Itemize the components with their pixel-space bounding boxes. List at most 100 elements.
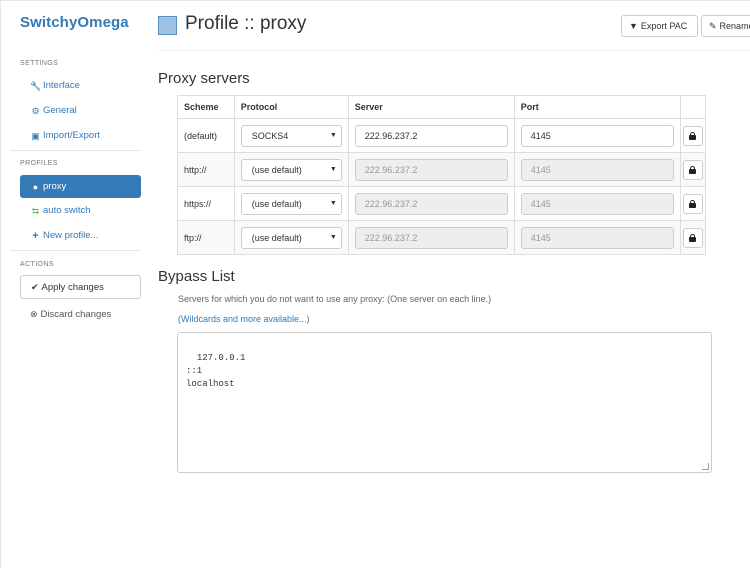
protocol-value: (use default)	[251, 164, 302, 175]
scheme-cell: (default)	[177, 118, 235, 153]
gear-icon: ⚙	[31, 106, 40, 116]
protocol-cell: (use default) ▼	[233, 220, 349, 255]
nav-item-general[interactable]: ⚙ General	[20, 100, 141, 122]
nav-item-label: Interface	[43, 80, 80, 91]
settings-section-label: SETTINGS	[20, 60, 59, 67]
apply-changes-button[interactable]: ✔ Apply changes	[20, 275, 141, 299]
nav-item-interface[interactable]: 🔧 Interface	[20, 75, 141, 97]
protocol-select[interactable]: (use default) ▼	[240, 226, 342, 249]
bypass-list-heading: Bypass List	[158, 268, 235, 285]
caret-down-icon: ▼	[329, 166, 337, 173]
port-input[interactable]: 4145	[520, 124, 674, 147]
scheme-cell: http://	[177, 152, 235, 187]
nav-item-label: New profile...	[43, 230, 99, 241]
bypass-list-value: 127.0.0.1 ::1 localhost	[186, 353, 246, 389]
download-icon: ▼	[629, 21, 638, 31]
actions-section-label: ACTIONS	[20, 261, 54, 268]
profiles-section-label: PROFILES	[20, 160, 58, 167]
protocol-cell: (use default) ▼	[233, 186, 349, 221]
auth-button[interactable]	[682, 227, 703, 248]
table-row: (default) SOCKS4 ▼ 222.96.237.2 4145	[177, 118, 707, 153]
auth-button[interactable]	[682, 193, 703, 214]
x-circle-icon: ⊗	[30, 308, 38, 319]
table-header-row: Scheme Protocol Server Port	[177, 95, 707, 119]
profile-color-swatch[interactable]	[158, 16, 177, 35]
nav-item-auto-switch[interactable]: ⇆ auto switch	[20, 200, 141, 222]
lock-icon	[689, 233, 697, 242]
nav-item-label: proxy	[43, 180, 67, 192]
auth-cell	[679, 118, 707, 153]
retweet-icon: ⇆	[31, 206, 40, 216]
server-input[interactable]: 222.96.237.2	[354, 124, 508, 147]
caret-down-icon: ▼	[329, 200, 337, 207]
globe-icon: ●	[32, 181, 39, 192]
resize-grip-icon[interactable]	[702, 463, 709, 470]
column-header	[679, 95, 707, 119]
sidebar: SwitchyOmega SETTINGS 🔧 Interface ⚙ Gene…	[0, 0, 150, 568]
table-row: ftp:// (use default) ▼ 222.96.237.2 4145	[177, 220, 707, 255]
nav-item-label: Import/Export	[43, 130, 101, 141]
apply-changes-label: Apply changes	[41, 281, 104, 293]
discard-changes-button[interactable]: ⊗ Discard changes	[20, 306, 141, 322]
bypass-list-textarea[interactable]: 127.0.0.1 ::1 localhost	[177, 332, 712, 473]
proxy-servers-heading: Proxy servers	[158, 70, 250, 87]
proxy-servers-table: Scheme Protocol Server Port (default) SO…	[177, 95, 707, 255]
wrench-icon: 🔧	[30, 81, 42, 91]
lock-icon	[689, 131, 697, 140]
column-header: Protocol	[233, 95, 349, 119]
protocol-value: (use default)	[251, 198, 302, 209]
port-cell: 4145	[513, 220, 681, 255]
nav-item-import-export[interactable]: ▣ Import/Export	[20, 125, 141, 147]
protocol-value: (use default)	[251, 232, 302, 243]
export-pac-button[interactable]: ▼ Export PAC	[621, 15, 698, 37]
protocol-value: SOCKS4	[251, 130, 289, 141]
scheme-cell: https://	[177, 186, 235, 221]
port-input: 4145	[520, 192, 674, 215]
nav-item-label: auto switch	[43, 205, 91, 216]
lock-icon	[689, 165, 697, 174]
port-cell: 4145	[513, 152, 681, 187]
server-input: 222.96.237.2	[354, 226, 508, 249]
floppy-icon: ▣	[31, 131, 40, 141]
table-row: http:// (use default) ▼ 222.96.237.2 414…	[177, 152, 707, 187]
server-input: 222.96.237.2	[354, 158, 508, 181]
auth-cell	[679, 186, 707, 221]
sidebar-divider	[10, 250, 141, 251]
auth-button[interactable]	[682, 159, 703, 180]
port-cell: 4145	[513, 186, 681, 221]
table-row: https:// (use default) ▼ 222.96.237.2 41…	[177, 186, 707, 221]
header-divider	[158, 50, 750, 51]
check-circle-icon: ✔	[31, 281, 39, 292]
plus-icon: +	[32, 230, 39, 242]
caret-down-icon: ▼	[329, 234, 337, 241]
edit-icon: ✎	[709, 20, 717, 31]
export-pac-label: Export PAC	[640, 21, 688, 31]
protocol-select[interactable]: (use default) ▼	[240, 158, 342, 181]
bypass-help-text: Servers for which you do not want to use…	[178, 294, 492, 304]
port-cell: 4145	[513, 118, 681, 153]
nav-item-proxy[interactable]: ● proxy	[20, 175, 141, 198]
server-cell: 222.96.237.2	[347, 220, 515, 255]
app-title[interactable]: SwitchyOmega	[20, 14, 129, 31]
wildcards-link[interactable]: (Wildcards and more available...)	[178, 314, 310, 324]
protocol-select[interactable]: (use default) ▼	[240, 192, 342, 215]
server-cell: 222.96.237.2	[347, 152, 515, 187]
auth-cell	[679, 152, 707, 187]
column-header: Scheme	[177, 95, 235, 119]
server-input: 222.96.237.2	[354, 192, 508, 215]
column-header: Port	[513, 95, 681, 119]
protocol-cell: (use default) ▼	[233, 152, 349, 187]
rename-button[interactable]: ✎ Rename	[701, 15, 750, 37]
auth-cell	[679, 220, 707, 255]
protocol-select[interactable]: SOCKS4 ▼	[240, 124, 342, 147]
auth-button[interactable]	[682, 125, 703, 146]
nav-item-label: General	[43, 105, 77, 116]
server-cell: 222.96.237.2	[347, 118, 515, 153]
sidebar-divider	[10, 150, 141, 151]
caret-down-icon: ▼	[329, 132, 337, 139]
discard-changes-label: Discard changes	[40, 308, 112, 320]
nav-item-new-profile[interactable]: + New profile...	[20, 225, 141, 247]
column-header: Server	[347, 95, 515, 119]
port-input: 4145	[520, 226, 674, 249]
lock-icon	[689, 199, 697, 208]
